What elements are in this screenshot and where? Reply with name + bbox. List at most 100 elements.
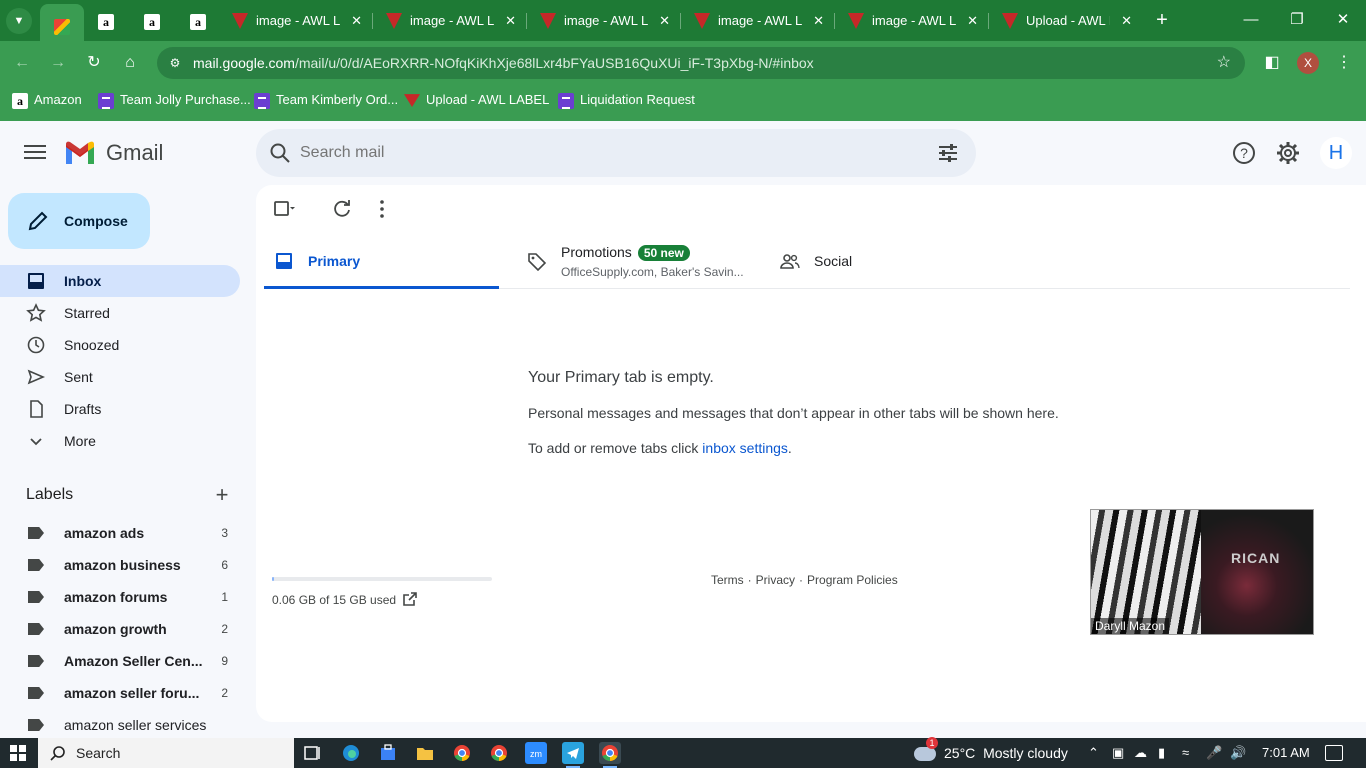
weather-description: Mostly cloudy: [983, 745, 1068, 761]
taskbar-search[interactable]: Search: [38, 738, 294, 768]
nav-inbox[interactable]: Inbox: [0, 265, 240, 297]
task-view-icon[interactable]: [301, 742, 323, 764]
nav-snoozed[interactable]: Snoozed: [0, 329, 240, 361]
nav-sent[interactable]: Sent: [0, 361, 240, 393]
account-avatar[interactable]: H: [1320, 137, 1352, 169]
chrome-profile-icon[interactable]: [488, 742, 510, 764]
zoom-icon[interactable]: zm: [525, 742, 547, 764]
bookmark-star-icon[interactable]: ☆: [1217, 47, 1231, 79]
side-panel-icon[interactable]: ◧: [1258, 49, 1286, 77]
compose-button[interactable]: Compose: [8, 193, 150, 249]
send-icon: [27, 369, 46, 385]
label-item[interactable]: amazon ads 3: [0, 517, 240, 549]
nav-more[interactable]: More: [0, 425, 240, 457]
label-item[interactable]: amazon forums 1: [0, 581, 240, 613]
close-icon[interactable]: ✕: [351, 4, 362, 37]
close-window-button[interactable]: ✕: [1320, 0, 1366, 40]
gmail-header: Gmail ? H: [0, 121, 1366, 185]
label-item[interactable]: amazon seller services: [0, 709, 240, 738]
chrome-active-icon[interactable]: [599, 742, 621, 768]
nav-drafts[interactable]: Drafts: [0, 393, 240, 425]
weather-cloud-icon: 1: [914, 737, 938, 762]
tab-title: Upload - AWL L: [1026, 13, 1110, 28]
bookmark-liquidation[interactable]: Liquidation Request: [558, 85, 695, 115]
windows-start-icon[interactable]: [10, 745, 26, 761]
weather-widget[interactable]: 1 25°C Mostly cloudy: [914, 737, 1068, 768]
tab-awl-3[interactable]: image - AWL LA ✕: [526, 4, 680, 37]
telegram-icon[interactable]: [562, 742, 584, 768]
bookmark-team-kimberly[interactable]: Team Kimberly Ord...: [254, 85, 398, 115]
label-item[interactable]: amazon growth 2: [0, 613, 240, 645]
tab-amazon-2[interactable]: a: [130, 4, 174, 37]
label-item[interactable]: Amazon Seller Cen... 9: [0, 645, 240, 677]
tab-awl-1[interactable]: image - AWL LA ✕: [218, 4, 372, 37]
settings-gear-icon[interactable]: [1272, 137, 1304, 169]
tab-awl-4[interactable]: image - AWL LA ✕: [680, 4, 834, 37]
label-count: 6: [221, 558, 228, 572]
store-icon[interactable]: [377, 742, 399, 764]
address-bar[interactable]: ⚙ mail.google.com/mail/u/0/d/AEoRXRR-NOf…: [157, 47, 1245, 79]
tab-gmail[interactable]: [40, 4, 84, 41]
help-icon[interactable]: ?: [1228, 137, 1260, 169]
back-button[interactable]: ←: [8, 49, 36, 77]
wifi-icon[interactable]: ≈: [1182, 738, 1189, 768]
onedrive-cloud-icon[interactable]: ☁: [1134, 738, 1147, 768]
restore-button[interactable]: ❐: [1274, 0, 1320, 40]
home-button[interactable]: ⌂: [116, 49, 144, 77]
notification-center-icon[interactable]: [1325, 745, 1343, 761]
meet-now-icon[interactable]: ▣: [1112, 738, 1124, 768]
close-icon[interactable]: ✕: [813, 4, 824, 37]
add-label-icon[interactable]: +: [210, 483, 234, 507]
tab-awl-2[interactable]: image - AWL LA ✕: [372, 4, 526, 37]
minimize-button[interactable]: —: [1228, 0, 1274, 40]
close-icon[interactable]: ✕: [967, 4, 978, 37]
tab-promotions-label: Promotions 50 new: [561, 243, 690, 261]
tab-awl-5[interactable]: image - AWL LA ✕: [834, 4, 988, 37]
search-icon[interactable]: [268, 141, 292, 165]
microphone-icon[interactable]: 🎤: [1206, 738, 1222, 768]
privacy-link[interactable]: Privacy: [756, 573, 795, 587]
tab-awl-upload[interactable]: Upload - AWL L ✕: [988, 4, 1142, 37]
new-tab-button[interactable]: +: [1150, 7, 1174, 33]
program-policies-link[interactable]: Program Policies: [807, 573, 898, 587]
profile-avatar[interactable]: X: [1297, 52, 1319, 74]
tab-promotions[interactable]: Promotions 50 new OfficeSupply.com, Baker…: [517, 233, 757, 289]
close-icon[interactable]: ✕: [659, 4, 670, 37]
search-options-icon[interactable]: [936, 141, 960, 165]
select-checkbox-icon[interactable]: [272, 197, 296, 221]
close-icon[interactable]: ✕: [1121, 4, 1132, 37]
tab-search-button[interactable]: ▼: [6, 8, 32, 34]
chevron-up-icon[interactable]: ⌃: [1088, 738, 1099, 768]
tab-amazon-1[interactable]: a: [84, 4, 128, 37]
browser-menu-icon[interactable]: ⋮: [1330, 49, 1358, 77]
forward-button[interactable]: →: [44, 49, 72, 77]
clock-time[interactable]: 7:01 AM: [1262, 738, 1310, 768]
battery-icon[interactable]: ▮: [1158, 738, 1165, 768]
nav-starred[interactable]: Starred: [0, 297, 240, 329]
reload-button[interactable]: ↻: [80, 49, 108, 77]
label-item[interactable]: amazon seller foru... 2: [0, 677, 240, 709]
chrome-icon[interactable]: [451, 742, 473, 764]
label-item[interactable]: amazon business 6: [0, 549, 240, 581]
file-explorer-icon[interactable]: [414, 742, 436, 764]
more-vert-icon[interactable]: [370, 197, 394, 221]
tab-social[interactable]: Social: [770, 233, 1010, 289]
main-menu-icon[interactable]: [22, 141, 48, 165]
video-call-thumbnail[interactable]: RICAN Daryll Mazon: [1090, 509, 1314, 635]
bookmark-team-jolly[interactable]: Team Jolly Purchase...: [98, 85, 251, 115]
search-input[interactable]: [300, 129, 900, 177]
open-external-icon[interactable]: [402, 591, 418, 607]
refresh-icon[interactable]: [330, 197, 354, 221]
bookmark-upload-awl[interactable]: Upload - AWL LABEL: [404, 85, 549, 115]
url-text[interactable]: mail.google.com/mail/u/0/d/AEoRXRR-NOfqK…: [193, 47, 814, 79]
volume-icon[interactable]: 🔊: [1230, 738, 1246, 768]
site-info-icon[interactable]: ⚙: [167, 55, 183, 71]
bookmark-amazon[interactable]: a Amazon: [12, 85, 82, 115]
close-icon[interactable]: ✕: [505, 4, 516, 37]
gmail-m-icon: [66, 141, 94, 164]
tab-amazon-3[interactable]: a: [176, 4, 220, 37]
tab-primary[interactable]: Primary: [264, 233, 499, 289]
inbox-settings-link[interactable]: inbox settings: [702, 440, 788, 456]
terms-link[interactable]: Terms: [711, 573, 744, 587]
edge-browser-icon[interactable]: [340, 742, 362, 764]
